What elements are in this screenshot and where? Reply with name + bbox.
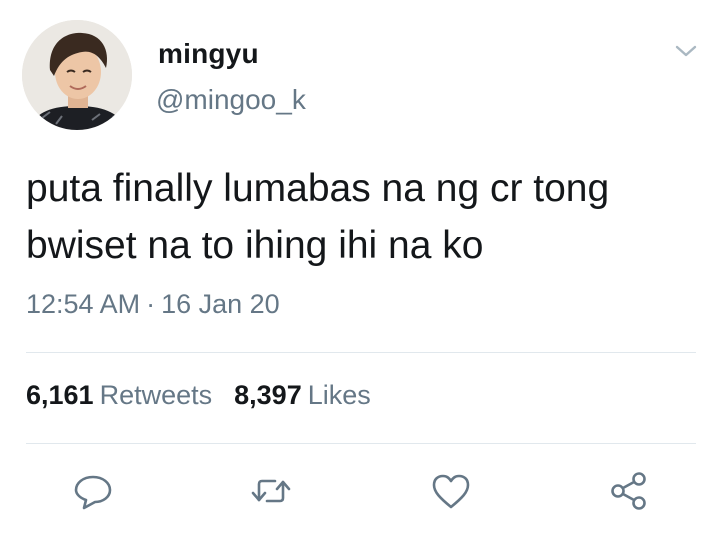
- meta-separator: ·: [146, 289, 156, 319]
- avatar[interactable]: [22, 20, 132, 130]
- retweets-stat[interactable]: 6,161 Retweets: [26, 380, 212, 411]
- share-button[interactable]: [606, 468, 652, 514]
- display-name[interactable]: mingyu: [158, 38, 259, 70]
- user-handle[interactable]: @mingoo_k: [156, 84, 306, 116]
- likes-label: Likes: [307, 380, 371, 410]
- likes-stat[interactable]: 8,397 Likes: [234, 380, 371, 411]
- likes-count: 8,397: [234, 380, 302, 410]
- heart-icon: [432, 474, 470, 509]
- retweets-label: Retweets: [99, 380, 213, 410]
- tweet-text: puta finally lumabas na ng cr tong bwise…: [26, 160, 696, 274]
- tweet-stats: 6,161 Retweets 8,397 Likes: [26, 380, 393, 411]
- retweet-button[interactable]: [248, 468, 294, 514]
- share-icon: [611, 472, 646, 510]
- divider: [26, 352, 696, 353]
- reply-button[interactable]: [70, 468, 116, 514]
- chevron-down-icon[interactable]: [672, 40, 700, 62]
- retweet-icon: [251, 479, 291, 503]
- tweet-time: 12:54 AM: [26, 289, 141, 319]
- retweets-count: 6,161: [26, 380, 94, 410]
- divider: [26, 443, 696, 444]
- tweet-card: mingyu @mingoo_k puta finally lumabas na…: [0, 0, 720, 541]
- like-button[interactable]: [428, 468, 474, 514]
- action-bar: [0, 468, 720, 514]
- tweet-text-line: bwiset na to ihing ihi na ko: [26, 224, 484, 267]
- tweet-date: 16 Jan 20: [161, 289, 280, 319]
- tweet-text-line: puta finally lumabas na ng cr tong: [26, 167, 610, 210]
- tweet-timestamp[interactable]: 12:54 AM · 16 Jan 20: [26, 289, 280, 320]
- reply-icon: [74, 475, 112, 510]
